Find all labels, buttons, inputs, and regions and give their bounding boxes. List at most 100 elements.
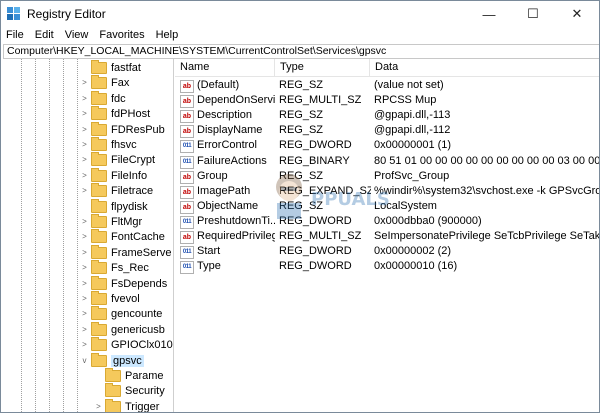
value-type: REG_DWORD [279, 245, 352, 257]
tree-item[interactable]: > FileCrypt [81, 151, 156, 167]
chevron-right-icon[interactable]: > [81, 217, 88, 226]
value-row[interactable]: 011 Start REG_DWORD 0x00000002 (2) [175, 244, 599, 259]
value-type: REG_DWORD [279, 215, 352, 227]
value-row[interactable]: 011 PreshutdownTi... REG_DWORD 0x000dbba0 (… [175, 214, 599, 229]
column-header-name[interactable]: Name [175, 59, 275, 76]
chevron-right-icon[interactable]: > [81, 78, 88, 87]
tree-item-label: FileInfo [111, 169, 148, 182]
value-row[interactable]: ab DisplayName REG_SZ @gpapi.dll,-112 [175, 123, 599, 138]
chevron-right-icon[interactable]: > [81, 109, 88, 118]
tree-item[interactable]: > FrameServe [81, 244, 172, 260]
chevron-right-icon[interactable]: > [81, 171, 88, 180]
value-data: %windir%\system32\svchost.exe -k GPSvcGr… [374, 185, 599, 197]
chevron-right-icon[interactable]: > [81, 325, 88, 334]
window-controls: — ☐ ✕ [467, 1, 599, 27]
value-data: 0x00000002 (2) [374, 245, 452, 257]
value-row[interactable]: ab (Default) REG_SZ (value not set) [175, 78, 599, 93]
chevron-right-icon[interactable]: > [81, 125, 88, 134]
tree-item-label: gencounte [111, 307, 163, 320]
folder-icon [91, 59, 107, 74]
tree-item-label: FileCrypt [111, 153, 156, 166]
value-type: REG_SZ [279, 200, 324, 212]
tree-item[interactable]: Parame [95, 367, 164, 383]
menu-favorites[interactable]: Favorites [94, 29, 150, 41]
value-name: PreshutdownTi... [197, 215, 275, 227]
expander-placeholder [95, 387, 102, 394]
tree-item[interactable]: > fhsvc [81, 136, 137, 152]
chevron-down-icon[interactable]: v [81, 356, 88, 365]
tree-item[interactable]: > FDResPub [81, 121, 165, 137]
value-row[interactable]: abDependOnService REG_MULTI_SZ RPCSS Mup [175, 93, 599, 108]
value-row[interactable]: ab Group REG_SZ ProfSvc_Group [175, 169, 599, 184]
tree-item[interactable]: > Filetrace [81, 182, 153, 198]
maximize-button[interactable]: ☐ [511, 1, 555, 27]
close-button[interactable]: ✕ [555, 1, 599, 27]
menu-file[interactable]: File [1, 29, 30, 41]
chevron-right-icon[interactable]: > [81, 155, 88, 164]
value-row[interactable]: 011 ErrorControl REG_DWORD 0x00000001 (1) [175, 138, 599, 153]
tree-item[interactable]: > Fs_Rec [81, 259, 149, 275]
folder-icon [105, 367, 121, 382]
tree-item[interactable]: flpydisk [81, 198, 148, 214]
tree-item[interactable]: > fdc [81, 90, 126, 106]
chevron-right-icon[interactable]: > [81, 294, 88, 303]
column-header-data[interactable]: Data [370, 59, 599, 76]
minimize-button[interactable]: — [467, 1, 511, 27]
registry-editor-window: Registry Editor — ☐ ✕ File Edit View Fav… [0, 0, 600, 413]
value-name: RequiredPrivilege... [197, 230, 275, 242]
string-value-icon: ab [180, 125, 194, 138]
chevron-right-icon[interactable]: > [81, 186, 88, 195]
tree-item[interactable]: > FontCache [81, 228, 165, 244]
tree-item[interactable]: fastfat [81, 59, 141, 75]
tree-item[interactable]: > FileInfo [81, 167, 148, 183]
value-row[interactable]: ab ImagePath REG_EXPAND_SZ %windir%\system3… [175, 184, 599, 199]
tree-item[interactable]: > FsDepends [81, 275, 167, 291]
chevron-right-icon[interactable]: > [81, 279, 88, 288]
value-data: SeImpersonatePrivilege SeTcbPrivilege Se… [374, 230, 599, 242]
menu-help[interactable]: Help [151, 29, 185, 41]
value-name: (Default) [197, 79, 240, 91]
folder-icon [91, 244, 107, 259]
address-bar[interactable]: Computer\HKEY_LOCAL_MACHINE\SYSTEM\Curre… [3, 44, 599, 59]
value-row[interactable]: ab Description REG_SZ @gpapi.dll,-113 [175, 108, 599, 123]
tree-item[interactable]: Security [95, 382, 165, 398]
string-value-icon: ab [180, 110, 194, 123]
tree-item[interactable]: > fdPHost [81, 105, 150, 121]
tree-guide-line [77, 59, 78, 412]
chevron-right-icon[interactable]: > [95, 402, 102, 411]
chevron-right-icon[interactable]: > [81, 94, 88, 103]
title-bar[interactable]: Registry Editor — ☐ ✕ [1, 1, 599, 27]
chevron-right-icon[interactable]: > [81, 140, 88, 149]
tree-item[interactable]: > genericusb [81, 321, 165, 337]
folder-icon [91, 105, 107, 120]
tree-item[interactable]: > FltMgr [81, 213, 142, 229]
chevron-right-icon[interactable]: > [81, 232, 88, 241]
tree-guide-line [35, 59, 36, 412]
menu-view[interactable]: View [60, 29, 95, 41]
string-value-icon: ab [180, 231, 194, 244]
value-row[interactable]: ab ObjectName REG_SZ LocalSystem [175, 199, 599, 214]
binary-value-icon: 011 [180, 216, 194, 229]
tree-guide-line [21, 59, 22, 412]
tree-item[interactable]: > Trigger [95, 398, 159, 412]
string-value-icon: ab [180, 186, 194, 199]
column-header-type[interactable]: Type [275, 59, 370, 76]
chevron-right-icon[interactable]: > [81, 263, 88, 272]
chevron-right-icon[interactable]: > [81, 309, 88, 318]
tree-item[interactable]: v gpsvc [81, 352, 144, 368]
chevron-right-icon[interactable]: > [81, 340, 88, 349]
value-type: REG_MULTI_SZ [279, 94, 362, 106]
value-type: REG_DWORD [279, 139, 352, 151]
binary-value-icon: 011 [180, 246, 194, 259]
tree-item-label: Fs_Rec [111, 261, 149, 274]
tree-item[interactable]: > GPIOClx010 [81, 336, 173, 352]
tree-item[interactable]: > Fax [81, 74, 129, 90]
value-row[interactable]: 011 FailureActions REG_BINARY 80 51 01 00 0… [175, 154, 599, 169]
value-row[interactable]: abRequiredPrivilege... REG_MULTI_SZ SeImpe… [175, 229, 599, 244]
key-tree-pane[interactable]: fastfat > Fax > fdc > fdPHost > FDResPub > fhsvc > F… [1, 59, 174, 412]
tree-item[interactable]: > gencounte [81, 305, 163, 321]
value-row[interactable]: 011 Type REG_DWORD 0x00000010 (16) [175, 259, 599, 274]
tree-item[interactable]: > fvevol [81, 290, 140, 306]
menu-edit[interactable]: Edit [30, 29, 60, 41]
chevron-right-icon[interactable]: > [81, 248, 88, 257]
